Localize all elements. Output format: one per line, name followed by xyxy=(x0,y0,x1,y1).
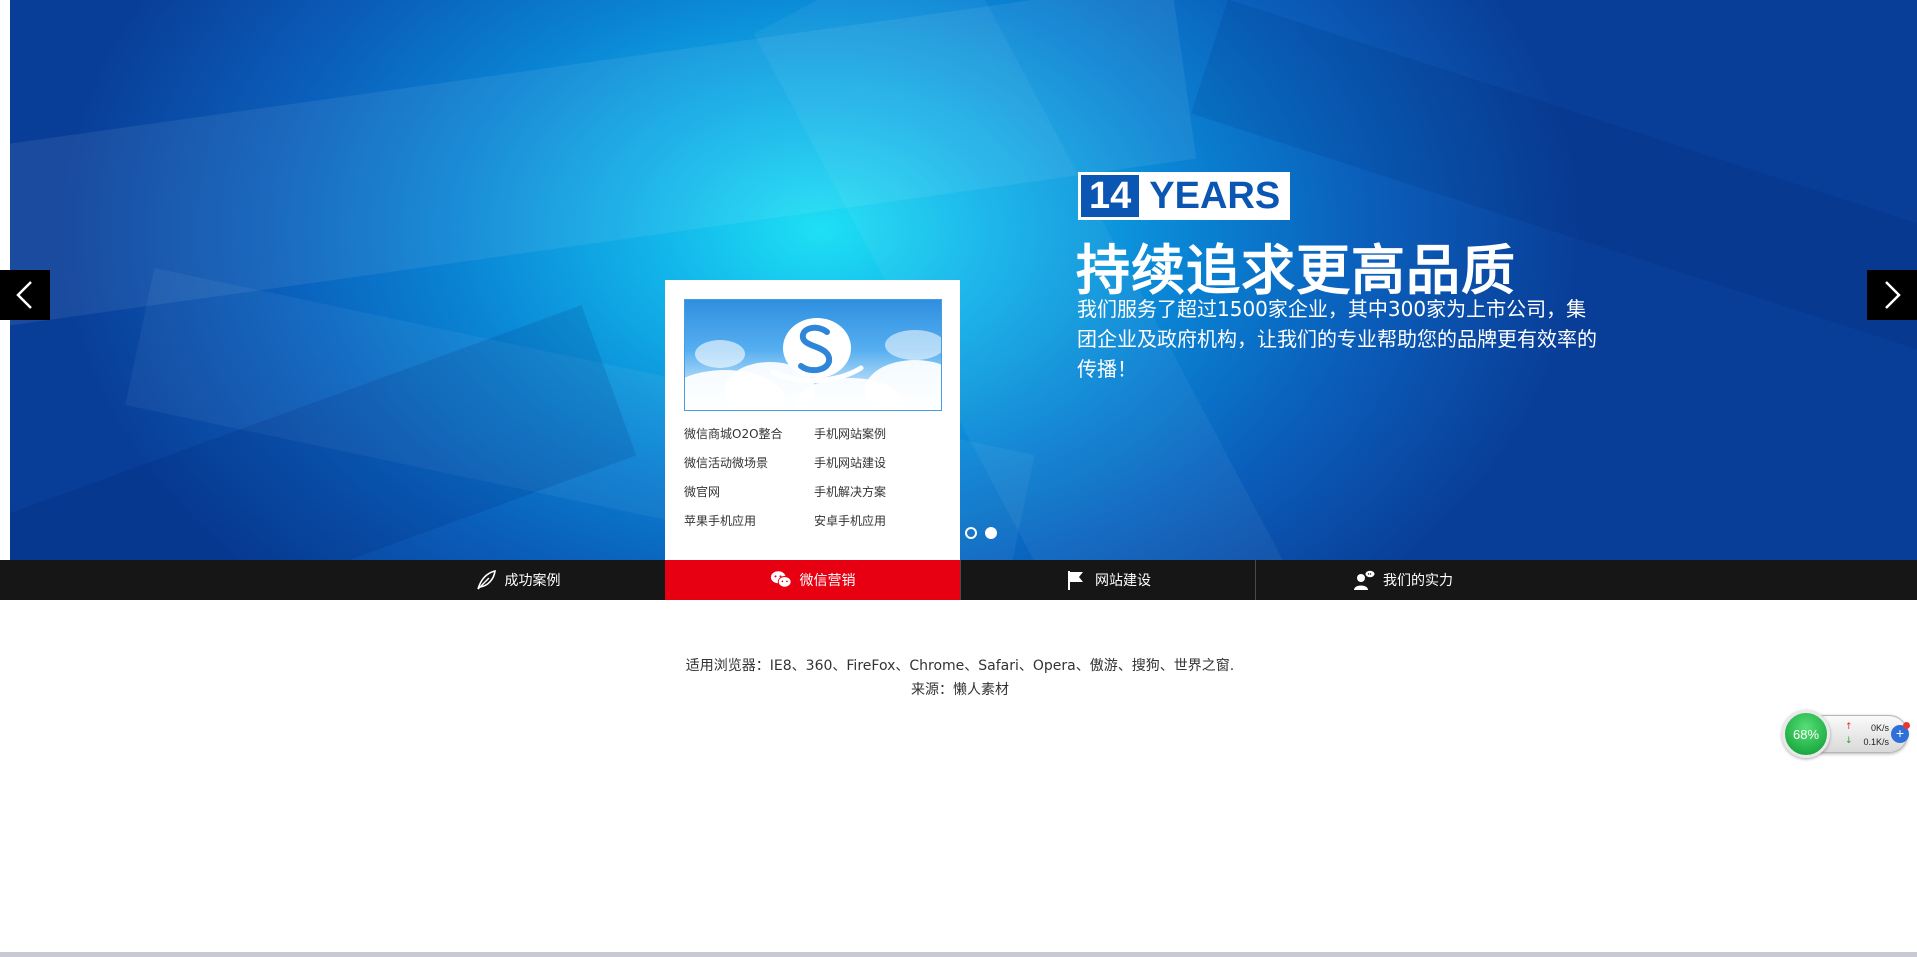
download-speed: 0.1K/s xyxy=(1863,737,1889,747)
user-chat-icon xyxy=(1354,570,1375,590)
banner-subtext: 我们服务了超过1500家企业，其中300家为上市公司，集团企业及政府机构，让我们… xyxy=(1077,297,1597,381)
dropdown-link[interactable]: 手机网站建设 xyxy=(814,455,944,472)
nav-item-website-building[interactable]: 网站建设 xyxy=(960,560,1255,600)
dropdown-link[interactable]: 手机解决方案 xyxy=(814,484,944,501)
notification-dot xyxy=(1903,722,1910,729)
dropdown-link[interactable]: 微官网 xyxy=(684,484,814,501)
memory-percent[interactable]: 68% xyxy=(1782,710,1830,758)
wechat-dropdown-panel: 微信商城O2O整合 手机网站案例 微信活动微场景 手机网站建设 微官网 手机解决… xyxy=(665,280,960,560)
nav-item-our-strength[interactable]: 我们的实力 xyxy=(1255,560,1550,600)
wechat-icon xyxy=(770,571,792,588)
nav-item-label: 我们的实力 xyxy=(1383,573,1453,589)
network-speed-widget[interactable]: ↑ ↓ 0K/s 0.1K/s + 68% xyxy=(1782,710,1912,758)
nav-item-label: 成功案例 xyxy=(504,573,561,589)
window-bottom-border xyxy=(0,952,1917,957)
leaf-icon xyxy=(476,569,496,590)
chevron-left-icon xyxy=(16,281,32,309)
source-text: 来源：懒人素材 xyxy=(911,682,1009,698)
footer-info: 适用浏览器：IE8、360、FireFox、Chrome、Safari、Oper… xyxy=(560,654,1360,702)
flag-icon xyxy=(1068,571,1083,590)
years-number: 14 xyxy=(1078,172,1140,220)
slide-dot-2[interactable] xyxy=(985,527,997,539)
nav-item-label: 微信营销 xyxy=(799,573,856,589)
chevron-right-icon xyxy=(1885,281,1901,309)
dropdown-link[interactable]: 安卓手机应用 xyxy=(814,513,944,530)
dropdown-link-list: 微信商城O2O整合 手机网站案例 微信活动微场景 手机网站建设 微官网 手机解决… xyxy=(684,426,944,530)
browser-support-text: 适用浏览器：IE8、360、FireFox、Chrome、Safari、Oper… xyxy=(685,658,1235,674)
prev-slide-button[interactable] xyxy=(0,270,50,320)
dropdown-link[interactable]: 手机网站案例 xyxy=(814,426,944,443)
upload-speed: 0K/s xyxy=(1870,723,1889,733)
dropdown-link[interactable]: 苹果手机应用 xyxy=(684,513,814,530)
slide-dots xyxy=(965,527,997,539)
years-word: YEARS xyxy=(1139,172,1291,220)
cloud-logo-image xyxy=(684,299,942,411)
dropdown-link[interactable]: 微信活动微场景 xyxy=(684,455,814,472)
dropdown-link[interactable]: 微信商城O2O整合 xyxy=(684,426,814,443)
hero-banner: 14 YEARS 持续追求更高品质 我们服务了超过1500家企业，其中300家为… xyxy=(10,0,1917,560)
s-cloud-logo-icon xyxy=(770,318,864,383)
nav-item-label: 网站建设 xyxy=(1095,573,1151,589)
years-badge: 14 YEARS xyxy=(1078,172,1291,220)
slide-dot-1[interactable] xyxy=(965,527,977,539)
nav-item-success-cases[interactable]: 成功案例 xyxy=(370,560,665,600)
next-slide-button[interactable] xyxy=(1867,270,1917,320)
main-nav-bar: 成功案例 微信营销 网站建设 我们的实力 xyxy=(0,560,1917,600)
nav-item-wechat-marketing[interactable]: 微信营销 xyxy=(665,560,960,600)
